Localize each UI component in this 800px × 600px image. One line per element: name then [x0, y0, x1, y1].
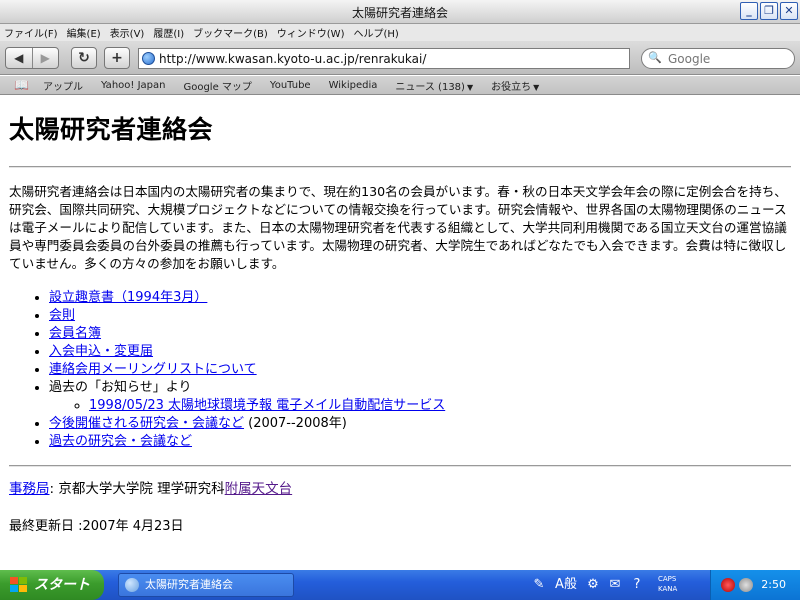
- bookmarks-bar: 📖 アップル Yahoo! Japan Google マップ YouTube W…: [0, 76, 800, 95]
- link-member-list[interactable]: 会員名簿: [49, 326, 101, 341]
- bookmark-label: Yahoo! Japan: [100, 79, 166, 91]
- link-prospectus[interactable]: 設立趣意書（1994年3月）: [49, 290, 207, 305]
- menu-bar: ファイル(F) 編集(E) 表示(V) 履歴(I) ブックマーク(B) ウィンド…: [0, 24, 800, 41]
- ime-mode-icon[interactable]: ✎: [530, 576, 548, 594]
- bookmark-google-maps[interactable]: Google マップ: [183, 78, 251, 93]
- chevron-down-icon: ▼: [466, 82, 474, 92]
- link-forecast-service[interactable]: 1998/05/23 太陽地球環境予報 電子メイル自動配信サービス: [89, 398, 445, 413]
- lock-indicators: CAPS KANA: [658, 574, 677, 594]
- window-controls: _ ❐ ✕: [740, 2, 798, 20]
- ime-input-mode[interactable]: A般: [552, 576, 580, 594]
- link-application[interactable]: 入会申込・変更届: [49, 344, 153, 359]
- bookmark-news[interactable]: ニュース (138) ▼: [395, 78, 473, 93]
- taskbar-window-item[interactable]: 太陽研究者連絡会: [118, 573, 294, 597]
- browser-toolbar: ◀ ▶ ↻ + 🔍: [0, 41, 800, 75]
- globe-icon: [142, 52, 155, 65]
- menu-bookmarks[interactable]: ブックマーク(B): [193, 25, 268, 40]
- taskbar: スタート 太陽研究者連絡会 ✎ A般 ⚙ ✉ ? CAPS KANA 2:50: [0, 570, 800, 600]
- address-bar[interactable]: [138, 48, 630, 69]
- ime-toolbar: ✎ A般 ⚙ ✉ ?: [530, 576, 646, 594]
- back-button[interactable]: ◀: [6, 48, 32, 68]
- browser-icon: [125, 578, 139, 592]
- window-title-bar[interactable]: 太陽研究者連絡会 _ ❐ ✕: [0, 0, 800, 24]
- book-icon[interactable]: 📖: [14, 78, 29, 92]
- kana-indicator: KANA: [658, 585, 678, 593]
- past-notices-label: 過去の「お知らせ」より: [49, 380, 192, 395]
- divider: [9, 166, 791, 168]
- close-button[interactable]: ✕: [780, 2, 798, 20]
- chevron-down-icon: ▼: [533, 82, 540, 92]
- bookmark-youtube[interactable]: YouTube: [270, 80, 311, 91]
- forward-button[interactable]: ▶: [31, 48, 59, 68]
- minimize-button[interactable]: _: [740, 2, 758, 20]
- list-item: 今後開催される研究会・会議など (2007--2008年): [49, 415, 791, 433]
- menu-window[interactable]: ウィンドウ(W): [277, 25, 345, 40]
- nav-buttons: ◀ ▶: [5, 47, 59, 69]
- bookmark-useful[interactable]: お役立ち ▼: [491, 78, 539, 93]
- search-input[interactable]: [668, 50, 786, 67]
- ime-dictionary-icon[interactable]: ⚙: [584, 576, 602, 594]
- search-icon: 🔍: [648, 51, 662, 64]
- security-alert-icon[interactable]: [721, 578, 735, 592]
- bookmark-wikipedia[interactable]: Wikipedia: [329, 80, 378, 91]
- bookmark-label: Wikipedia: [328, 79, 378, 91]
- menu-edit[interactable]: 編集(E): [67, 25, 101, 40]
- office-text: : 京都大学大学院 理学研究科: [49, 481, 225, 497]
- bookmark-label: ニュース (138): [395, 81, 465, 93]
- bookmark-label: Google マップ: [183, 81, 252, 93]
- list-item: 入会申込・変更届: [49, 343, 791, 361]
- link-list: 設立趣意書（1994年3月） 会則 会員名簿 入会申込・変更届 連絡会用メーリン…: [49, 289, 791, 451]
- menu-help[interactable]: ヘルプ(H): [353, 25, 398, 40]
- ime-pad-icon[interactable]: ✉: [606, 576, 624, 594]
- link-mailing-list[interactable]: 連絡会用メーリングリストについて: [49, 362, 257, 377]
- reload-button[interactable]: ↻: [71, 47, 97, 69]
- ime-help-icon[interactable]: ?: [628, 576, 646, 594]
- add-bookmark-button[interactable]: +: [104, 47, 130, 69]
- bookmark-label: YouTube: [269, 79, 311, 91]
- list-item: 会員名簿: [49, 325, 791, 343]
- clock: 2:50: [761, 578, 786, 591]
- bookmark-apple[interactable]: アップル: [43, 78, 83, 93]
- window-title: 太陽研究者連絡会: [351, 6, 448, 20]
- bookmark-label: お役立ち: [491, 81, 532, 93]
- menu-history[interactable]: 履歴(I): [153, 25, 184, 40]
- office-line: 事務局: 京都大学大学院 理学研究科附属天文台: [9, 477, 791, 497]
- volume-icon[interactable]: [739, 578, 753, 592]
- bookmark-label: アップル: [42, 81, 83, 93]
- list-item: 連絡会用メーリングリストについて: [49, 361, 791, 379]
- taskbar-window-title: 太陽研究者連絡会: [145, 578, 233, 591]
- system-tray: 2:50: [710, 570, 800, 600]
- windows-logo-icon: [10, 577, 28, 593]
- link-past-meetings[interactable]: 過去の研究会・会議など: [49, 434, 192, 449]
- start-button[interactable]: スタート: [0, 570, 104, 600]
- menu-file[interactable]: ファイル(F): [4, 25, 58, 40]
- menu-view[interactable]: 表示(V): [110, 25, 145, 40]
- url-input[interactable]: [159, 50, 627, 67]
- list-item: 過去の「お知らせ」より 1998/05/23 太陽地球環境予報 電子メイル自動配…: [49, 379, 791, 415]
- list-item: 1998/05/23 太陽地球環境予報 電子メイル自動配信サービス: [89, 397, 791, 415]
- page-content: 太陽研究者連絡会 太陽研究者連絡会は日本国内の太陽研究者の集まりで、現在約130…: [0, 96, 800, 570]
- maximize-button[interactable]: ❐: [760, 2, 778, 20]
- page-title: 太陽研究者連絡会: [9, 115, 214, 144]
- list-item: 過去の研究会・会議など: [49, 433, 791, 451]
- link-rules[interactable]: 会則: [49, 308, 75, 323]
- search-box[interactable]: 🔍: [641, 48, 795, 69]
- upcoming-years: (2007--2008年): [244, 416, 347, 431]
- last-updated: 最終更新日 :2007年 4月23日: [9, 519, 184, 534]
- caps-indicator: CAPS: [658, 575, 677, 583]
- bookmark-yahoo-japan[interactable]: Yahoo! Japan: [101, 80, 166, 91]
- link-office[interactable]: 事務局: [9, 481, 50, 497]
- sub-link-list: 1998/05/23 太陽地球環境予報 電子メイル自動配信サービス: [89, 397, 791, 415]
- link-observatory[interactable]: 附属天文台: [225, 481, 293, 497]
- divider: [9, 465, 791, 467]
- start-label: スタート: [34, 577, 90, 593]
- intro-paragraph: 太陽研究者連絡会は日本国内の太陽研究者の集まりで、現在約130名の会員がいます。…: [9, 184, 787, 271]
- link-upcoming-meetings[interactable]: 今後開催される研究会・会議など: [49, 416, 244, 431]
- list-item: 会則: [49, 307, 791, 325]
- list-item: 設立趣意書（1994年3月）: [49, 289, 791, 307]
